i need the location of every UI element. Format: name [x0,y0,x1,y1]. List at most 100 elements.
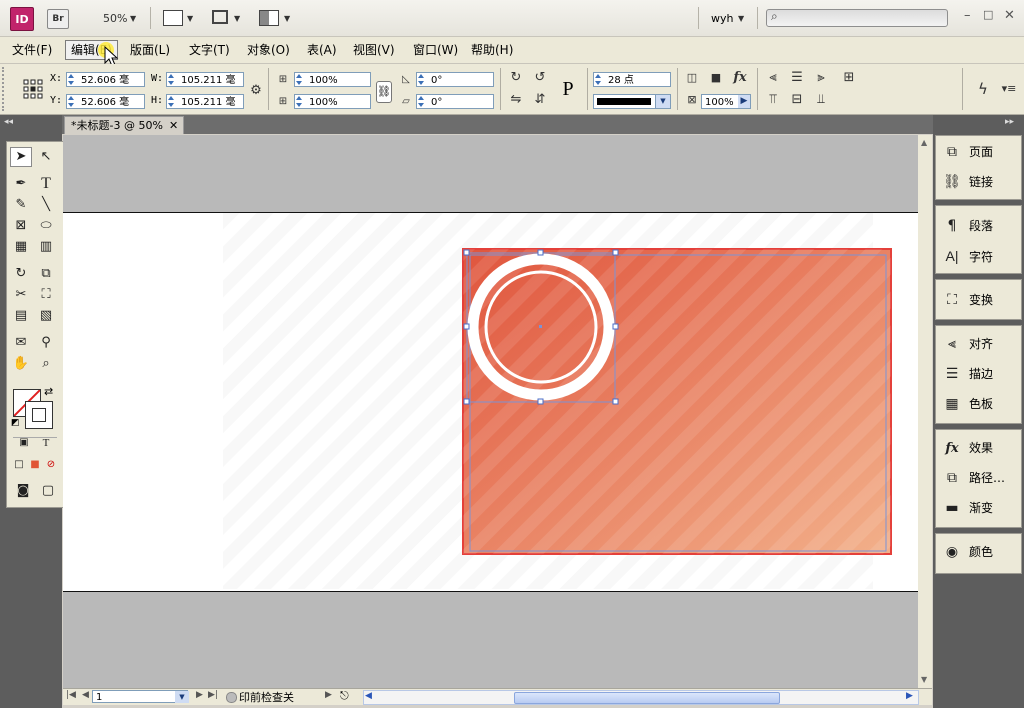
x-position-field[interactable]: 52.606 毫 [66,72,145,87]
view-options-icon[interactable] [163,10,183,26]
align-middle-icon[interactable]: ⊟ [788,92,806,108]
maximize-button[interactable]: □ [983,8,993,21]
scale-x-field[interactable]: 100% [294,72,371,87]
flip-horizontal-icon[interactable]: ⇋ [507,92,525,108]
chevron-down-icon[interactable]: ▼ [655,95,670,108]
width-stepper-icon[interactable] [168,73,176,86]
pencil-tool-icon[interactable]: ✎ [10,195,32,215]
selection-tool-icon[interactable]: ➤ [10,147,32,167]
zoom-tool-icon[interactable]: ⌕ [35,354,57,374]
minimize-button[interactable]: – [964,8,971,23]
menu-view[interactable]: 视图(V) [348,41,400,59]
menu-file[interactable]: 文件(F) [7,41,57,59]
chevron-right-icon[interactable]: ▶ [738,95,750,108]
free-transform-tool-icon[interactable]: ⛶ [35,285,57,305]
p-reference-icon[interactable]: P [555,76,581,102]
shear-stepper-icon[interactable] [418,95,426,108]
menu-layout[interactable]: 版面(L) [125,41,175,59]
menu-table[interactable]: 表(A) [302,41,342,59]
reference-point-icon[interactable] [23,79,43,99]
formatting-container-icon[interactable]: ▣ [13,433,35,453]
menu-object[interactable]: 对象(O) [242,41,295,59]
vertical-scrollbar[interactable]: ▲ ▼ [918,135,932,688]
panel-pathfinder[interactable]: ⧉ 路径… [943,467,1005,489]
search-input[interactable]: ⌕ [766,9,948,27]
scroll-left-icon[interactable]: ◀ [365,691,372,701]
line-tool-icon[interactable]: ╲ [35,195,57,215]
panel-grip[interactable] [2,67,8,111]
distribute-icon[interactable]: ⊞ [840,70,858,86]
note-tool-icon[interactable]: ✉ [10,333,32,353]
previous-page-icon[interactable]: ◀ [82,690,89,700]
screen-mode-icon[interactable] [212,10,228,24]
expand-icon[interactable]: ▸▸ [1005,117,1014,127]
formatting-text-icon[interactable]: T [35,433,57,453]
stroke-type-select[interactable]: ▼ [593,94,671,109]
fx-icon[interactable]: fx [731,70,749,86]
scroll-thumb[interactable] [514,692,780,704]
type-tool-icon[interactable]: T [35,174,57,194]
normal-view-icon[interactable]: ◙ [12,481,34,501]
menu-window[interactable]: 窗口(W) [408,41,463,59]
eyedropper-tool-icon[interactable]: ⚲ [35,333,57,353]
stroke-weight-field[interactable]: 28 点 [593,72,671,87]
gradient-feather-tool-icon[interactable]: ▧ [35,306,57,326]
align-right-icon[interactable]: ⫸ [812,70,830,86]
pen-tool-icon[interactable]: ✒ [10,174,32,194]
panel-color[interactable]: ◉ 颜色 [943,541,993,563]
bridge-button[interactable]: Br [47,9,69,29]
menu-type[interactable]: 文字(T) [184,41,235,59]
preflight-status[interactable]: 印前检查关 [239,689,294,705]
menu-help[interactable]: 帮助(H) [466,41,518,59]
panel-character[interactable]: A| 字符 [943,245,994,267]
ellipse-tool-icon[interactable]: ⬭ [35,216,57,236]
width-field[interactable]: 105.211 毫 [166,72,244,87]
default-colors-icon[interactable]: ◩ [11,418,20,428]
link-icon[interactable]: ⛓ [376,81,392,103]
align-top-icon[interactable]: ⫪ [764,92,782,108]
panel-links[interactable]: ⛓ 链接 [943,171,993,193]
apply-none-icon[interactable]: ⊘ [40,455,62,475]
rotate-counterclockwise-icon[interactable]: ↺ [531,70,549,86]
scissors-tool-icon[interactable]: ✂ [10,285,32,305]
scale-x-stepper-icon[interactable] [296,73,304,86]
scale-y-stepper-icon[interactable] [296,95,304,108]
next-page-icon[interactable]: ▶ [196,690,203,700]
scroll-up-icon[interactable]: ▲ [921,138,927,147]
close-button[interactable]: ✕ [1004,8,1015,23]
close-tab-icon[interactable]: ✕ [169,117,178,135]
scroll-down-icon[interactable]: ▼ [921,675,927,684]
chevron-down-icon[interactable]: ▼ [234,14,240,23]
shadow-square-icon[interactable]: ■ [707,70,725,86]
align-left-icon[interactable]: ⫷ [764,70,782,86]
panel-menu-icon[interactable]: ▾≡ [1000,81,1018,97]
panel-transform[interactable]: ⛶ 变换 [943,289,993,311]
stroke-weight-stepper-icon[interactable] [595,73,603,86]
chevron-down-icon[interactable]: ▼ [284,14,290,23]
chevron-down-icon[interactable]: ▼ [175,691,189,703]
y-stepper-icon[interactable] [68,95,76,108]
stroke-swatch[interactable] [25,401,53,429]
y-position-field[interactable]: 52.606 毫 [66,94,145,109]
first-page-icon[interactable]: |◀ [66,690,76,700]
panel-pages[interactable]: ⧉ 页面 [943,141,993,163]
rotate-tool-icon[interactable]: ↻ [10,264,32,284]
drop-shadow-icon[interactable]: ◫ [683,70,701,86]
height-field[interactable]: 105.211 毫 [166,94,244,109]
zoom-level[interactable]: 50% [103,12,127,25]
vertical-grid-tool-icon[interactable]: ▥ [35,237,57,257]
rectangle-frame-tool-icon[interactable]: ⊠ [10,216,32,236]
panel-paragraph[interactable]: ¶ 段落 [943,215,993,237]
preview-view-icon[interactable]: ▢ [37,481,59,501]
workspace-switcher[interactable]: wyh [711,12,733,25]
height-stepper-icon[interactable] [168,95,176,108]
chevron-down-icon[interactable]: ▼ [738,14,744,23]
rotation-field[interactable]: 0° [416,72,494,87]
direct-selection-tool-icon[interactable]: ↖ [35,147,57,167]
last-page-icon[interactable]: ▶| [208,690,218,700]
x-stepper-icon[interactable] [68,73,76,86]
rotate-clockwise-icon[interactable]: ↻ [507,70,525,86]
scroll-right-icon[interactable]: ▶ [906,691,913,701]
panel-effects[interactable]: fx 效果 [943,437,993,459]
open-file-icon[interactable]: ⎋ [340,689,349,703]
